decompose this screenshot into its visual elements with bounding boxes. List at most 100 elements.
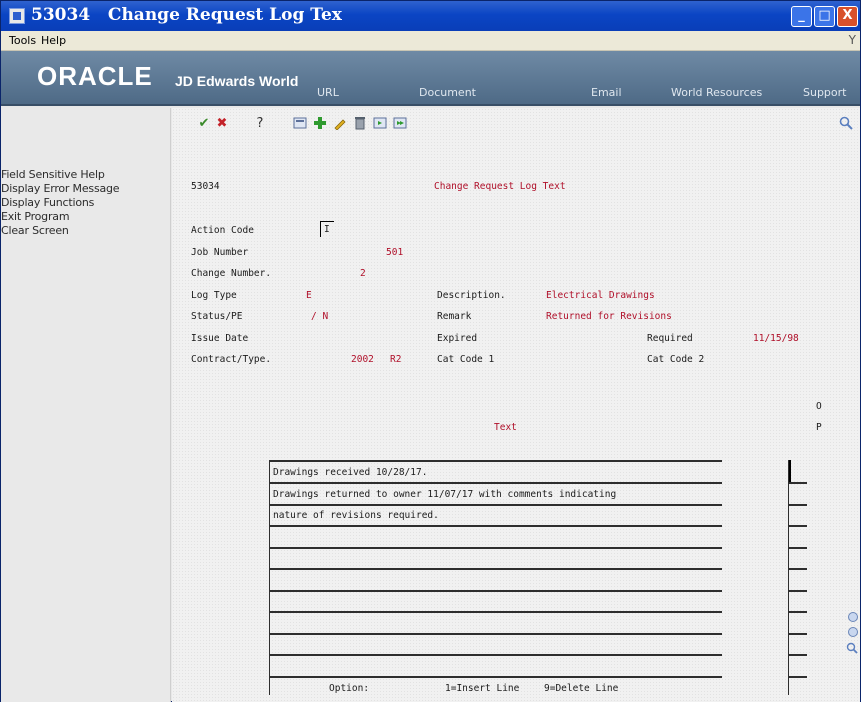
close-button[interactable]: X <box>837 6 858 27</box>
grid-line <box>270 460 722 462</box>
grid-line <box>270 654 722 656</box>
option-field-line <box>789 633 807 635</box>
cat-code-2-label: Cat Code 2 <box>647 354 705 365</box>
sidebar-item-field-sensitive-help[interactable]: Field Sensitive Help <box>1 168 105 181</box>
link-url[interactable]: URL <box>317 86 339 99</box>
option-field-line <box>789 504 807 506</box>
grid-line <box>270 568 722 570</box>
function-sidebar: Field Sensitive Help Display Error Messa… <box>1 108 171 702</box>
sidebar-item-clear-screen[interactable]: Clear Screen <box>1 224 69 237</box>
title-number: 53034 <box>31 5 91 25</box>
description-value[interactable]: Electrical Drawings <box>546 290 655 301</box>
menu-tools[interactable]: Tools <box>9 34 36 47</box>
menu-bar: Tools Help Y <box>1 31 860 51</box>
jde-world-logo: JD Edwards World <box>175 73 299 89</box>
log-type-value[interactable]: E <box>306 290 312 301</box>
status-value[interactable]: / N <box>311 311 328 322</box>
option-header-o: O <box>816 401 822 412</box>
option-field-line <box>789 590 807 592</box>
contract-label: Contract/Type. <box>191 354 272 365</box>
action-code-label: Action Code <box>191 225 254 236</box>
option-insert-line: 1=Insert Line <box>445 683 520 694</box>
windows-logo-icon: Y <box>848 33 856 47</box>
option-field-line <box>789 568 807 570</box>
text-grid-border <box>269 460 270 695</box>
change-number-label: Change Number. <box>191 268 272 279</box>
option-field-line <box>789 482 807 484</box>
option-delete-line: 9=Delete Line <box>544 683 619 694</box>
job-number-value[interactable]: 501 <box>386 247 403 258</box>
option-field-line <box>789 654 807 656</box>
window-title: 53034 Change Request Log Tex <box>31 5 342 25</box>
oracle-logo: ORACLE <box>37 61 153 91</box>
grid-line <box>270 504 722 506</box>
grid-line <box>270 676 722 678</box>
grid-line <box>270 633 722 635</box>
sidebar-item-exit-program[interactable]: Exit Program <box>1 210 70 223</box>
close-icon[interactable]: ✖ <box>214 116 230 132</box>
app-icon[interactable] <box>9 8 25 24</box>
maximize-button[interactable]: □ <box>814 6 835 27</box>
grid-line <box>270 547 722 549</box>
grid-line <box>270 525 722 527</box>
minimize-button[interactable]: _ <box>791 6 812 27</box>
description-label: Description. <box>437 290 506 301</box>
link-email[interactable]: Email <box>591 86 622 99</box>
grid-line <box>270 590 722 592</box>
remark-label: Remark <box>437 311 472 322</box>
text-cursor <box>789 460 791 482</box>
text-line-3[interactable]: nature of revisions required. <box>273 510 439 521</box>
add-icon[interactable] <box>312 116 328 132</box>
link-world-resources[interactable]: World Resources <box>671 86 762 99</box>
change-number-value[interactable]: 2 <box>360 268 366 279</box>
sidebar-item-display-functions[interactable]: Display Functions <box>1 196 94 209</box>
option-field-line <box>789 547 807 549</box>
menu-help[interactable]: Help <box>41 34 66 47</box>
required-label: Required <box>647 333 693 344</box>
title-label: Change Request Log Tex <box>107 5 342 25</box>
check-icon[interactable]: ✔ <box>196 116 212 132</box>
option-field-line <box>789 611 807 613</box>
option-grid-border <box>788 460 789 695</box>
change-icon[interactable] <box>332 116 348 132</box>
action-code-value: I <box>324 224 330 235</box>
status-label: Status/PE <box>191 311 243 322</box>
previous-icon[interactable] <box>372 116 388 132</box>
page-up-icon[interactable] <box>848 612 858 622</box>
contract-type-value[interactable]: R2 <box>390 354 401 365</box>
text-line-2[interactable]: Drawings returned to owner 11/07/17 with… <box>273 489 616 500</box>
option-field-line <box>789 525 807 527</box>
text-column-header: Text <box>494 422 517 433</box>
next-icon[interactable] <box>392 116 408 132</box>
remark-value[interactable]: Returned for Revisions <box>546 311 672 322</box>
option-field-line <box>789 676 807 678</box>
oracle-banner: ORACLE JD Edwards World URL Document Ema… <box>1 51 860 106</box>
search-icon[interactable] <box>838 116 854 132</box>
delete-icon[interactable] <box>352 116 368 132</box>
log-type-label: Log Type <box>191 290 237 301</box>
cat-code-1-label: Cat Code 1 <box>437 354 495 365</box>
screen-title: Change Request Log Text <box>434 181 566 192</box>
job-number-label: Job Number <box>191 247 249 258</box>
expired-label: Expired <box>437 333 478 344</box>
link-document[interactable]: Document <box>419 86 476 99</box>
inquire-icon[interactable] <box>292 116 308 132</box>
option-header-p: P <box>816 422 822 433</box>
text-line-1[interactable]: Drawings received 10/28/17. <box>273 467 427 478</box>
required-value[interactable]: 11/15/98 <box>753 333 799 344</box>
page-down-icon[interactable] <box>848 627 858 637</box>
zoom-icon[interactable] <box>846 642 858 654</box>
program-id: 53034 <box>191 181 220 192</box>
link-support[interactable]: Support <box>803 86 846 99</box>
title-bar[interactable]: 53034 Change Request Log Tex _ □ X <box>1 1 860 31</box>
help-icon[interactable]: ? <box>252 116 268 132</box>
action-code-field[interactable]: I <box>320 221 334 237</box>
issue-date-label: Issue Date <box>191 333 249 344</box>
form-toolbar: ✔ ✖ ? <box>172 108 860 138</box>
application-window: 53034 Change Request Log Tex _ □ X Tools… <box>0 0 861 702</box>
option-label: Option: <box>329 683 370 694</box>
sidebar-item-display-error-message[interactable]: Display Error Message <box>1 182 120 195</box>
contract-value[interactable]: 2002 <box>351 354 374 365</box>
grid-line <box>270 482 722 484</box>
grid-line <box>270 611 722 613</box>
